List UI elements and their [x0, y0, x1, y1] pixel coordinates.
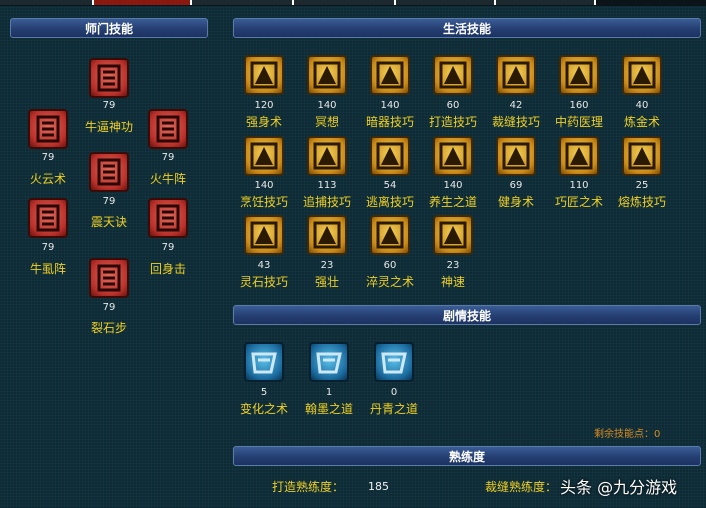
fitness-icon[interactable]: [496, 136, 536, 176]
ink-brush-icon[interactable]: [309, 342, 349, 382]
skill-level: 23: [446, 260, 460, 271]
skill-level: 43: [257, 260, 271, 271]
tab-6[interactable]: [496, 0, 596, 5]
skill-name: 裂石步: [90, 321, 127, 335]
skill-level: 79: [102, 302, 116, 313]
skill-level: 79: [161, 152, 175, 163]
skill-level: 140: [380, 100, 400, 111]
skill-level: 79: [41, 152, 55, 163]
skill-name: 火云术: [29, 172, 66, 186]
tailor-proficiency-label: 裁缝熟练度：: [485, 480, 558, 494]
skill-level: 0: [390, 387, 398, 398]
demon-mask-icon[interactable]: [89, 58, 129, 98]
tab-1[interactable]: [0, 0, 94, 5]
forge-proficiency-label: 打造熟练度：: [272, 480, 345, 494]
speed-icon[interactable]: [433, 215, 473, 255]
skill-level: 23: [320, 260, 334, 271]
craftsman-icon[interactable]: [559, 136, 599, 176]
beetle-icon[interactable]: [28, 198, 68, 238]
tab-3[interactable]: [192, 0, 294, 5]
stone-step-icon[interactable]: [89, 258, 129, 298]
scroll-painting-icon[interactable]: [374, 342, 414, 382]
life-skills-header: 生活技能: [233, 18, 701, 38]
fire-cloud-icon[interactable]: [28, 109, 68, 149]
skill-level: 79: [161, 242, 175, 253]
skill-level: 54: [383, 180, 397, 191]
skill-level: 60: [446, 100, 460, 111]
skill-name: 熔炼技巧: [617, 195, 666, 209]
proficiency-header: 熟练度: [233, 446, 701, 466]
skill-level: 110: [569, 180, 589, 191]
skill-level: 69: [509, 180, 523, 191]
forge-icon[interactable]: [433, 55, 473, 95]
gem-icon[interactable]: [244, 215, 284, 255]
temper-icon[interactable]: [370, 215, 410, 255]
skill-level: 113: [317, 180, 337, 191]
skill-name: 回身击: [149, 262, 186, 276]
skill-level: 5: [260, 387, 268, 398]
skill-name: 火牛阵: [149, 172, 186, 186]
muscle-icon[interactable]: [307, 215, 347, 255]
dart-icon[interactable]: [370, 55, 410, 95]
sect-skills-header: 师门技能: [10, 18, 208, 38]
cooking-icon[interactable]: [244, 136, 284, 176]
strength-icon[interactable]: [244, 55, 284, 95]
skill-name: 震天诀: [90, 215, 127, 229]
meditation-icon[interactable]: [307, 55, 347, 95]
scissors-icon[interactable]: [496, 55, 536, 95]
skill-level: 40: [635, 100, 649, 111]
tab-4[interactable]: [294, 0, 396, 5]
tab-2-active[interactable]: [94, 0, 192, 5]
tab-5[interactable]: [396, 0, 496, 5]
alchemy-icon[interactable]: [622, 55, 662, 95]
transform-icon[interactable]: [244, 342, 284, 382]
skill-level: 79: [102, 100, 116, 111]
skill-name: 牛逼神功: [84, 120, 133, 134]
herb-icon[interactable]: [559, 55, 599, 95]
forge-proficiency-value: 185: [368, 480, 389, 493]
thunder-icon[interactable]: [89, 152, 129, 192]
skill-level: 42: [509, 100, 523, 111]
skill-level: 60: [383, 260, 397, 271]
skill-name: 神速: [440, 275, 465, 289]
skill-level: 120: [254, 100, 274, 111]
top-tab-bar: [0, 0, 706, 6]
skill-name: 丹青之道: [369, 402, 418, 416]
smelting-icon[interactable]: [622, 136, 662, 176]
skill-level: 1: [325, 387, 333, 398]
skill-level: 79: [41, 242, 55, 253]
escape-icon[interactable]: [370, 136, 410, 176]
skill-level: 160: [569, 100, 589, 111]
chain-icon[interactable]: [307, 136, 347, 176]
health-icon[interactable]: [433, 136, 473, 176]
skill-level: 140: [443, 180, 463, 191]
watermark: 头条 @九分游戏: [560, 478, 678, 497]
remaining-skill-points: 剩余技能点：0: [594, 429, 661, 440]
fire-bull-icon[interactable]: [148, 109, 188, 149]
skill-level: 140: [317, 100, 337, 111]
skill-level: 79: [102, 196, 116, 207]
skull-icon[interactable]: [148, 198, 188, 238]
skill-level: 25: [635, 180, 649, 191]
story-skills-header: 剧情技能: [233, 305, 701, 325]
skill-name: 炼金术: [623, 115, 660, 129]
skill-level: 140: [254, 180, 274, 191]
skill-name: 牛虱阵: [29, 262, 66, 276]
